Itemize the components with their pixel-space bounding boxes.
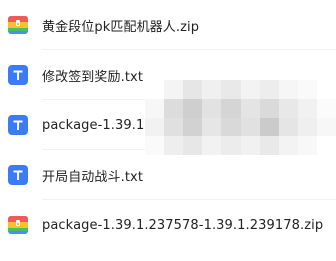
file-row[interactable]: 开局自动战斗.txt <box>0 150 336 200</box>
file-name: 开局自动战斗.txt <box>42 169 144 185</box>
file-name: 黄金段位pk匹配机器人.zip <box>42 19 200 35</box>
file-name: package-1.39.1.237578-1.39.1.239178.zip <box>42 217 324 233</box>
pixelation-overlay <box>145 80 336 155</box>
zip-archive-icon <box>7 214 29 236</box>
text-file-icon <box>7 64 29 86</box>
text-file-icon <box>7 114 29 136</box>
file-row[interactable]: package-1.39.1.237578-1.39.1.239178.zip <box>0 200 336 250</box>
zip-archive-icon <box>7 14 29 36</box>
text-file-icon <box>7 164 29 186</box>
file-row[interactable]: 黄金段位pk匹配机器人.zip <box>0 0 336 50</box>
file-name: 修改签到奖励.txt <box>42 69 144 85</box>
